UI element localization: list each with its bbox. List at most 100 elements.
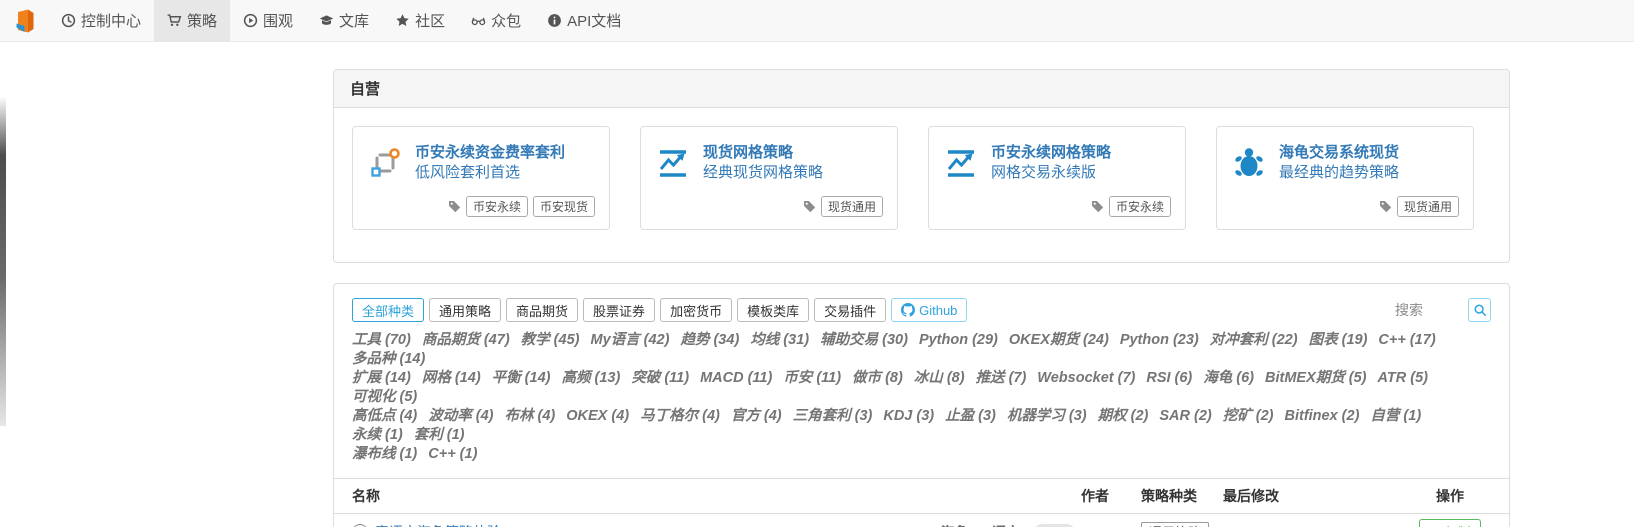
tag-cloud-item[interactable]: 网格 (14): [422, 370, 481, 386]
tag-cloud-item[interactable]: 海龟 (6): [1203, 370, 1254, 386]
count-badge: 1269: [1034, 523, 1075, 527]
nav-item[interactable]: 文库: [306, 0, 382, 41]
tag-cloud-item[interactable]: 布林 (4): [505, 408, 556, 424]
tag-cloud-item[interactable]: 瀑布线 (1): [352, 446, 417, 462]
tag-cloud-item[interactable]: ATR (5): [1378, 370, 1428, 386]
tag-cloud-item[interactable]: 止盈 (3): [945, 408, 996, 424]
card-tag-chip: 币安永续: [465, 196, 528, 217]
filter-button[interactable]: 股票证券: [583, 298, 656, 322]
tag-cloud-item[interactable]: SAR (2): [1159, 408, 1211, 424]
tag-cloud-item[interactable]: 马丁格尔 (4): [640, 408, 720, 424]
copy-button[interactable]: 复制: [1419, 519, 1481, 527]
tag-cloud-item[interactable]: 趋势 (34): [680, 332, 739, 348]
fmz-logo[interactable]: [12, 8, 38, 34]
col-type: 策略种类: [1141, 488, 1197, 504]
filter-button[interactable]: 通用策略: [429, 298, 502, 322]
filter-button[interactable]: 商品期货: [506, 298, 579, 322]
section-title: 自营: [334, 70, 1509, 108]
search-button[interactable]: [1468, 298, 1491, 322]
strategy-link[interactable]: 麦语言海龟策略体验: [375, 522, 501, 527]
tag-cloud-item[interactable]: C++ (1): [428, 446, 477, 462]
tag-cloud-item[interactable]: Python (29): [919, 332, 998, 348]
filter-label: 全部种类: [362, 303, 415, 319]
tag-cloud-item[interactable]: MACD (11): [700, 370, 772, 386]
strategy-card[interactable]: 海龟交易系统现货 最经典的趋势策略 现货通用: [1216, 126, 1474, 230]
tag-cloud-item[interactable]: 可视化 (5): [352, 389, 417, 405]
card-tag-chip: 币安永续: [1108, 196, 1171, 217]
tag-cloud-item[interactable]: OKEX期货 (24): [1009, 332, 1109, 348]
tag-cloud-item[interactable]: 挖矿 (2): [1223, 408, 1274, 424]
tag-cloud-item[interactable]: 币安 (11): [783, 370, 841, 386]
nav-item[interactable]: 控制中心: [48, 0, 154, 41]
github-icon: [901, 303, 916, 317]
tag-cloud-item[interactable]: 波动率 (4): [428, 408, 493, 424]
nav-item[interactable]: 围观: [230, 0, 306, 41]
nav-item-label: 控制中心: [81, 13, 142, 30]
tag-cloud-item[interactable]: 三角套利 (3): [793, 408, 873, 424]
tag-cloud-item[interactable]: 平衡 (14): [492, 370, 551, 386]
tag-cloud-item[interactable]: 多品种 (14): [352, 351, 425, 367]
tag-cloud-item[interactable]: 永续 (1): [352, 427, 403, 443]
tag-cloud-item[interactable]: KDJ (3): [883, 408, 934, 424]
filter-button[interactable]: 加密货币: [660, 298, 733, 322]
nav-item[interactable]: 众包: [458, 0, 534, 41]
col-author: 作者: [1081, 488, 1109, 504]
tag-cloud-item[interactable]: 均线 (31): [750, 332, 809, 348]
tag-cloud-item[interactable]: C++ (17): [1378, 332, 1435, 348]
tag-cloud-item[interactable]: 工具 (70): [352, 332, 411, 348]
filter-button[interactable]: 交易插件: [814, 298, 887, 322]
strategy-card[interactable]: 现货网格策略 经典现货网格策略 现货通用: [640, 126, 898, 230]
table-header: 名称 作者 策略种类 最后修改 操作: [334, 478, 1509, 514]
col-modified: 最后修改: [1223, 488, 1279, 504]
tag-cloud-item[interactable]: 高频 (13): [561, 370, 620, 386]
filter-label: 交易插件: [824, 303, 877, 319]
name-cell: M 麦语言海龟策略体验 海龟 My语言 1269: [352, 522, 1081, 527]
search-input[interactable]: [1395, 302, 1461, 318]
tag-cloud-item[interactable]: 期权 (2): [1098, 408, 1149, 424]
language-icon: M: [352, 523, 368, 527]
fmz-logo-icon: [12, 8, 38, 34]
card-tags: 币安永续: [943, 196, 1171, 217]
tag-cloud-item[interactable]: RSI (6): [1146, 370, 1192, 386]
filter-button[interactable]: 模板类库: [737, 298, 810, 322]
tag-cloud-item[interactable]: 扩展 (14): [352, 370, 411, 386]
turtle-icon: [1231, 145, 1267, 181]
tag-cloud-item[interactable]: 推送 (7): [976, 370, 1027, 386]
tag-cloud-item[interactable]: 突破 (11): [631, 370, 689, 386]
tag-cloud-item[interactable]: 官方 (4): [731, 408, 782, 424]
tag-icon: [1379, 200, 1392, 213]
tag-icon: [1091, 200, 1104, 213]
play-circle-icon: [243, 13, 258, 28]
nav-item[interactable]: API文档: [534, 0, 634, 41]
card-tag-chip: 币安现货: [532, 196, 595, 217]
tag-cloud-item[interactable]: 教学 (45): [521, 332, 580, 348]
tag-cloud-item[interactable]: Websocket (7): [1037, 370, 1135, 386]
tag-cloud-line: 工具 (70) 商品期货 (47) 教学 (45) My语言 (42) 趋势 (34) 均…: [352, 331, 1491, 369]
nav-item[interactable]: 策略: [154, 0, 231, 41]
row-tags: 海龟 My语言: [938, 522, 1017, 527]
card-tags: 现货通用: [1231, 196, 1459, 217]
tag-cloud-item[interactable]: 辅助交易 (30): [820, 332, 908, 348]
tag-cloud-item[interactable]: 机器学习 (3): [1007, 408, 1087, 424]
search-area: [1395, 298, 1491, 322]
nav-item-label: 策略: [187, 13, 218, 30]
tag-cloud-item[interactable]: 对冲套利 (22): [1210, 332, 1298, 348]
strategy-card[interactable]: 币安永续网格策略 网格交易永续版 币安永续: [928, 126, 1186, 230]
tag-cloud-item[interactable]: 做市 (8): [852, 370, 903, 386]
tag-cloud-item[interactable]: 自营 (1): [1370, 408, 1421, 424]
strategy-card[interactable]: 币安永续资金费率套利 低风险套利首选 币安永续 币安现货: [352, 126, 610, 230]
tag-cloud-item[interactable]: 冰山 (8): [914, 370, 965, 386]
tag-cloud-item[interactable]: My语言 (42): [590, 332, 669, 348]
tag-cloud-item[interactable]: 套利 (1): [414, 427, 465, 443]
tag-cloud-item[interactable]: BitMEX期货 (5): [1265, 370, 1367, 386]
tag-cloud-item[interactable]: 商品期货 (47): [422, 332, 510, 348]
tag-cloud-item[interactable]: 高低点 (4): [352, 408, 417, 424]
type-chip: 通用策略: [1141, 522, 1210, 527]
tag-cloud-item[interactable]: Python (23): [1120, 332, 1199, 348]
tag-cloud-item[interactable]: Bitfinex (2): [1284, 408, 1359, 424]
tag-cloud-item[interactable]: OKEX (4): [566, 408, 629, 424]
tag-cloud-item[interactable]: 图表 (19): [1309, 332, 1368, 348]
filter-button[interactable]: 全部种类: [352, 298, 425, 322]
nav-item[interactable]: 社区: [382, 0, 458, 41]
filter-button[interactable]: Github: [891, 298, 968, 322]
